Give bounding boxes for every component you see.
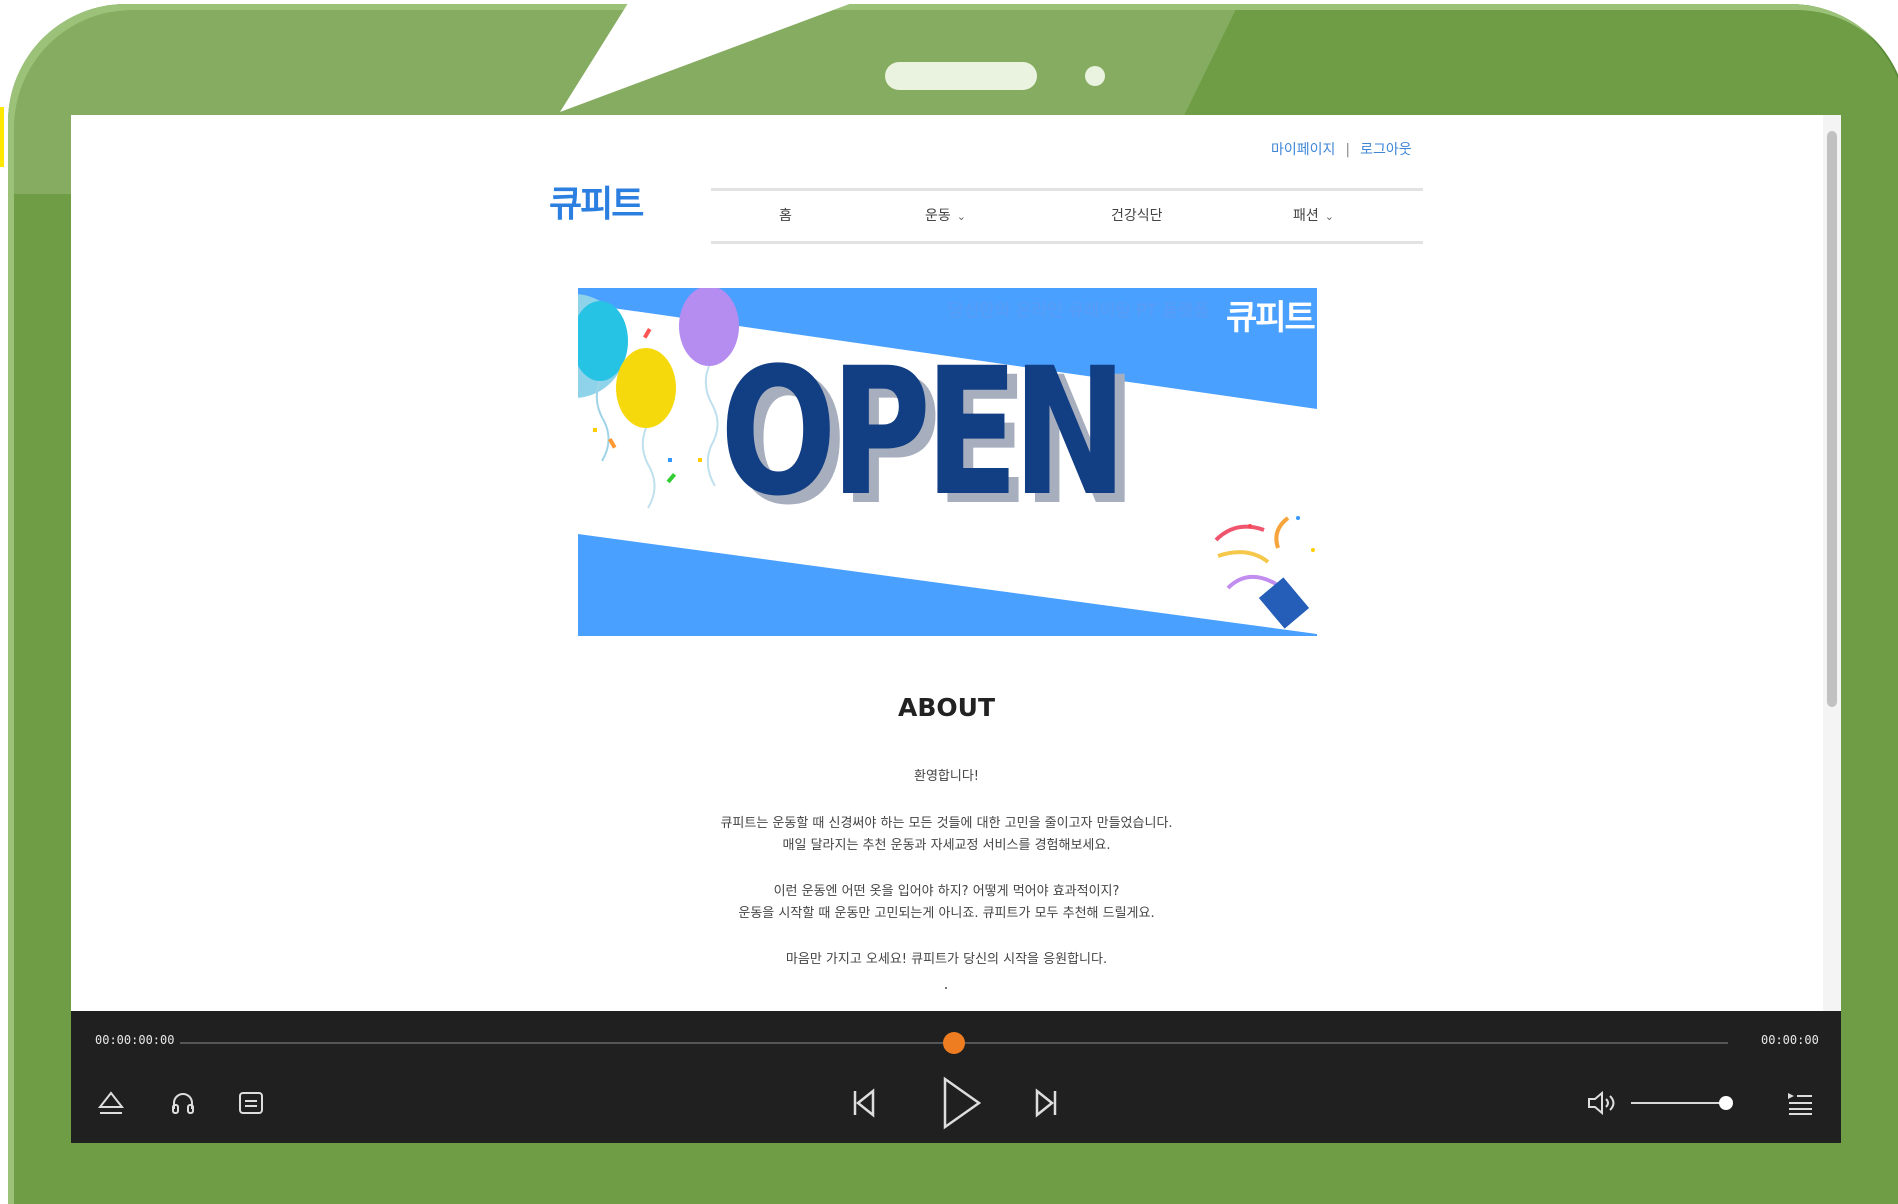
volume-icon[interactable] xyxy=(1586,1090,1618,1116)
nav-item-diet[interactable]: 건강식단 xyxy=(1111,205,1163,225)
play-icon[interactable] xyxy=(939,1075,983,1131)
scrollbar[interactable] xyxy=(1823,115,1841,1013)
mypage-link[interactable]: 마이페이지 xyxy=(1271,142,1335,158)
nav-item-fashion[interactable]: 패션 ⌄ xyxy=(1293,205,1334,225)
about-paragraph: 운동을 시작할 때 운동만 고민되는게 아니죠. 큐피트가 모두 추천해 드릴게… xyxy=(738,906,1155,921)
next-icon[interactable] xyxy=(1031,1087,1061,1119)
about-paragraph: 이런 운동엔 어떤 옷을 입어야 하지? 어떻게 먹어야 효과적이지? xyxy=(773,884,1120,899)
total-time: 00:00:00 xyxy=(1761,1033,1819,1047)
tablet-speaker xyxy=(885,62,1037,90)
open-banner[interactable]: 당신만의 온라인 큐레이팅 PT 플랫폼 큐피트 OPEN OPEN xyxy=(578,288,1317,636)
media-player: 00:00:00:00 00:00:00 xyxy=(71,1011,1841,1143)
about-paragraph: 마음만 가지고 오세요! 큐피트가 당신의 시작을 응원합니다. xyxy=(785,952,1108,967)
top-links: 마이페이지 | 로그아웃 xyxy=(1271,139,1412,159)
tablet-camera xyxy=(1085,66,1105,86)
playlist-icon[interactable] xyxy=(1785,1090,1815,1116)
party-popper-icon xyxy=(1214,516,1315,629)
logout-link[interactable]: 로그아웃 xyxy=(1360,142,1412,158)
scrollbar-thumb[interactable] xyxy=(1827,131,1837,707)
top-links-separator: | xyxy=(1345,142,1351,158)
open-headline: OPEN xyxy=(720,330,1127,535)
about-paragraph: 매일 달라지는 추천 운동과 자세교정 서비스를 경험해보세요. xyxy=(782,838,1111,853)
site-logo[interactable]: 큐피트 xyxy=(549,175,644,227)
nav-item-label: 홈 xyxy=(779,208,792,224)
about-paragraph: 큐피트는 운동할 때 신경써야 하는 모든 것들에 대한 고민을 줄이고자 만들… xyxy=(720,816,1173,831)
nav-item-label: 건강식단 xyxy=(1111,208,1163,224)
about-welcome: 환영합니다! xyxy=(913,769,979,784)
chevron-down-icon: ⌄ xyxy=(956,210,966,223)
headphones-icon[interactable] xyxy=(169,1090,197,1116)
previous-icon[interactable] xyxy=(849,1087,879,1119)
nav-item-exercise[interactable]: 운동 ⌄ xyxy=(925,205,966,225)
banner-logo: 큐피트 xyxy=(1226,298,1316,338)
subtitles-icon[interactable] xyxy=(237,1090,265,1116)
eject-icon[interactable] xyxy=(97,1090,125,1116)
about-title: ABOUT xyxy=(897,693,995,722)
tablet-screen: 마이페이지 | 로그아웃 큐피트 홈 운동 ⌄ 건강식단 패션 ⌄ 당신만의 온… xyxy=(71,115,1841,1143)
seek-handle[interactable] xyxy=(943,1032,965,1054)
current-time: 00:00:00:00 xyxy=(95,1033,175,1047)
banner-caption: 당신만의 온라인 큐레이팅 PT 플랫폼 xyxy=(948,301,1210,321)
nav-item-label: 운동 xyxy=(925,208,951,224)
chevron-down-icon: ⌄ xyxy=(1324,210,1334,223)
nav-item-home[interactable]: 홈 xyxy=(779,205,792,225)
nav-item-label: 패션 xyxy=(1293,208,1319,224)
main-nav: 홈 운동 ⌄ 건강식단 패션 ⌄ xyxy=(711,188,1423,244)
balloon-icon xyxy=(578,288,739,509)
divider-dot xyxy=(945,987,947,989)
edge-marker xyxy=(0,107,4,167)
volume-slider[interactable] xyxy=(1631,1102,1731,1104)
volume-handle[interactable] xyxy=(1719,1096,1733,1110)
